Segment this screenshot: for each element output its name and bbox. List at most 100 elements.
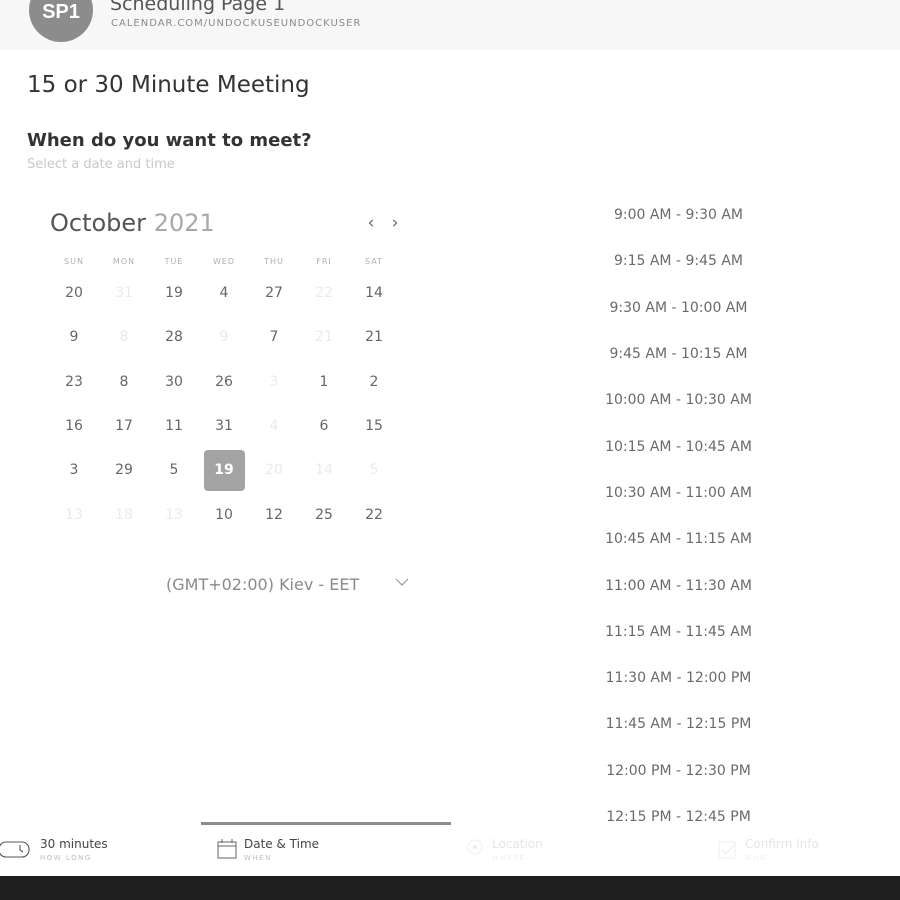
calendar-day: 18: [99, 492, 149, 536]
step-sublabel: HOW LONG: [40, 854, 92, 862]
calendar-day[interactable]: 31: [199, 404, 249, 448]
time-slot[interactable]: 9:45 AM - 10:15 AM: [600, 331, 757, 377]
calendar-day-number: 16: [65, 418, 83, 435]
calendar-day[interactable]: 11: [149, 404, 199, 448]
calendar-day-number: 3: [69, 462, 79, 479]
calendar-day[interactable]: 29: [99, 448, 149, 492]
calendar-day-number: 6: [319, 418, 329, 435]
calendar-day-selected[interactable]: 19: [199, 448, 249, 492]
time-slot[interactable]: 9:15 AM - 9:45 AM: [600, 238, 757, 284]
calendar-day[interactable]: 9: [49, 315, 99, 359]
calendar-day-number: 23: [65, 373, 83, 390]
calendar-day[interactable]: 20: [49, 271, 99, 315]
calendar-year: 2021: [153, 209, 215, 237]
meeting-title: 15 or 30 Minute Meeting: [27, 72, 310, 98]
calendar-day-number: 25: [315, 506, 333, 523]
calendar-day[interactable]: 2: [349, 360, 399, 404]
calendar-day[interactable]: 15: [349, 404, 399, 448]
scheduling-page-title: Scheduling Page 1: [110, 0, 286, 15]
calendar-day-number: 21: [315, 329, 333, 346]
time-slot[interactable]: 11:30 AM - 12:00 PM: [600, 655, 757, 701]
calendar-day-number: 2: [369, 373, 379, 390]
calendar-day: 22: [299, 271, 349, 315]
calendar-day-number: 28: [165, 329, 183, 346]
step-sublabel: WHO: [745, 854, 768, 862]
time-slot[interactable]: 10:30 AM - 11:00 AM: [600, 470, 757, 516]
calendar-day[interactable]: 1: [299, 360, 349, 404]
time-slot[interactable]: 12:00 PM - 12:30 PM: [600, 748, 757, 794]
time-slot[interactable]: 10:45 AM - 11:15 AM: [600, 516, 757, 562]
calendar-day-number: 30: [165, 373, 183, 390]
calendar-day: 13: [49, 492, 99, 536]
calendar-day[interactable]: 17: [99, 404, 149, 448]
calendar-day-number: 8: [119, 373, 129, 390]
timezone-select[interactable]: (GMT+02:00) Kiev - EET: [166, 575, 416, 597]
weekday-label: SUN: [64, 257, 84, 266]
clock-icon: [0, 841, 30, 858]
calendar-day[interactable]: 19: [149, 271, 199, 315]
calendar-day-number: 9: [219, 329, 229, 346]
calendar-day-number: 3: [269, 373, 279, 390]
calendar-day-number: 13: [65, 506, 83, 523]
weekday-label: WED: [212, 257, 236, 266]
step-label: Confirm Info: [745, 837, 819, 851]
time-slot[interactable]: 12:15 PM - 12:45 PM: [600, 794, 757, 840]
weekday-label: THU: [264, 257, 284, 266]
calendar-day-number: 8: [119, 329, 129, 346]
calendar-day-number: 10: [215, 506, 233, 523]
time-slot[interactable]: 9:00 AM - 9:30 AM: [600, 192, 757, 238]
calendar-day-grid: 20 31 19 4 27 22 14 9 8 28 9 7 21 21 23 8 30 26 3 1 2 16 17 11 3…: [49, 271, 399, 537]
calendar-day-number: 13: [165, 506, 183, 523]
calendar-day[interactable]: 21: [349, 315, 399, 359]
calendar-day[interactable]: 27: [249, 271, 299, 315]
calendar-day: 5: [349, 448, 399, 492]
calendar-day[interactable]: 12: [249, 492, 299, 536]
weekday-label: FRI: [316, 257, 332, 266]
calendar-day[interactable]: 3: [49, 448, 99, 492]
weekday-label: MON: [112, 257, 136, 266]
calendar-day[interactable]: 26: [199, 360, 249, 404]
calendar-day[interactable]: 16: [49, 404, 99, 448]
time-slot[interactable]: 11:45 AM - 12:15 PM: [600, 701, 757, 747]
calendar-day-number: 1: [319, 373, 329, 390]
time-slot[interactable]: 9:30 AM - 10:00 AM: [600, 285, 757, 331]
calendar-day[interactable]: 14: [349, 271, 399, 315]
checkmark-icon: [718, 841, 737, 859]
calendar-day-number: 19: [203, 449, 245, 491]
calendar-day-number: 4: [269, 418, 279, 435]
next-month-button[interactable]: ›: [387, 213, 403, 233]
calendar-day-number: 31: [215, 418, 233, 435]
time-slot[interactable]: 11:00 AM - 11:30 AM: [600, 562, 757, 608]
calendar-day[interactable]: 30: [149, 360, 199, 404]
calendar-day[interactable]: 6: [299, 404, 349, 448]
calendar-day: 8: [99, 315, 149, 359]
calendar-day[interactable]: 28: [149, 315, 199, 359]
meet-question-subtitle: Select a date and time: [27, 157, 175, 172]
time-slot[interactable]: 10:00 AM - 10:30 AM: [600, 377, 757, 423]
page-header: SP1 Scheduling Page 1 CALENDAR.COM/UNDOC…: [0, 0, 900, 50]
step-label: Location: [492, 837, 543, 851]
calendar-day-number: 29: [115, 462, 133, 479]
calendar-day[interactable]: 22: [349, 492, 399, 536]
calendar-day: 20: [249, 448, 299, 492]
bottom-bar: [0, 876, 900, 900]
calendar-day[interactable]: 23: [49, 360, 99, 404]
scheduling-page-url[interactable]: CALENDAR.COM/UNDOCKUSEUNDOCKUSER: [111, 18, 361, 29]
calendar-day[interactable]: 5: [149, 448, 199, 492]
active-step-indicator: [201, 822, 451, 825]
time-slot[interactable]: 11:15 AM - 11:45 AM: [600, 609, 757, 655]
calendar-day[interactable]: 10: [199, 492, 249, 536]
calendar-day-number: 20: [65, 285, 83, 302]
meet-question-heading: When do you want to meet?: [27, 130, 312, 151]
calendar-icon: [217, 839, 237, 859]
calendar-day-number: 26: [215, 373, 233, 390]
calendar-day-number: 12: [265, 506, 283, 523]
calendar-day[interactable]: 7: [249, 315, 299, 359]
calendar-day[interactable]: 25: [299, 492, 349, 536]
calendar-day[interactable]: 8: [99, 360, 149, 404]
calendar-day: 14: [299, 448, 349, 492]
previous-month-button[interactable]: ‹: [363, 213, 379, 233]
calendar-day[interactable]: 4: [199, 271, 249, 315]
calendar-day-number: 21: [365, 329, 383, 346]
time-slot[interactable]: 10:15 AM - 10:45 AM: [600, 423, 757, 469]
